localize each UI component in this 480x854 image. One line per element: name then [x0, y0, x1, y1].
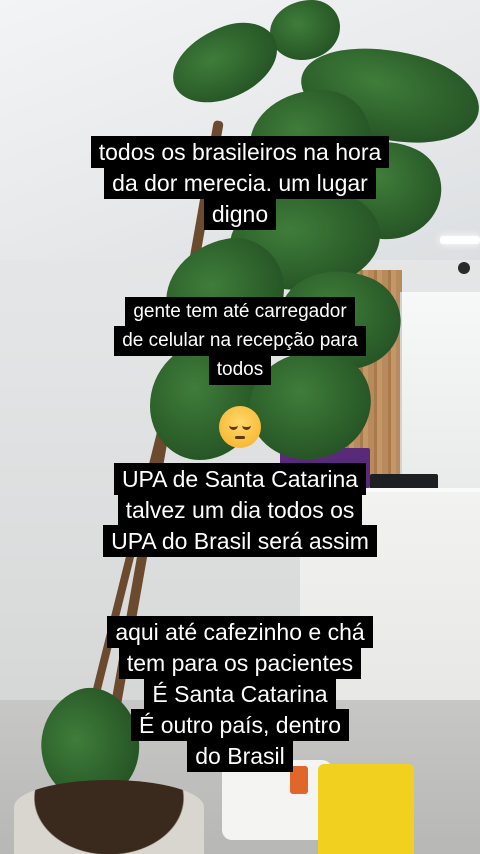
pensive-face-icon: [219, 406, 261, 448]
caption-line: da dor merecia. um lugar: [104, 167, 376, 199]
caption-line: digno: [203, 198, 277, 230]
yellow-bucket: [318, 764, 414, 854]
plant-pot: [14, 780, 204, 854]
towel: [222, 760, 332, 840]
caption-line: de celular na recepção para: [114, 326, 366, 356]
caption-line: gente tem até carregador: [125, 297, 355, 327]
caption-line: do Brasil: [187, 740, 293, 772]
caption-line: UPA de Santa Catarina: [113, 463, 367, 495]
caption-line: talvez um dia todos os: [117, 494, 363, 526]
ceiling-light: [440, 236, 480, 244]
caption-block-4: aqui até cafezinho e chá tem para os pac…: [0, 616, 480, 772]
caption-block-3: UPA de Santa Catarina talvez um dia todo…: [0, 463, 480, 557]
caption-block-2: gente tem até carregador de celular na r…: [0, 297, 480, 385]
caption-line: tem para os pacientes: [118, 647, 362, 679]
security-camera: [458, 262, 470, 274]
caption-line: todos os brasileiros na hora: [90, 136, 390, 168]
caption-line: É Santa Catarina: [144, 678, 336, 710]
caption-line: UPA do Brasil será assim: [103, 525, 377, 557]
caption-block-1: todos os brasileiros na hora da dor mere…: [0, 136, 480, 230]
caption-line: todos: [208, 355, 272, 385]
caption-line: aqui até cafezinho e chá: [107, 616, 373, 648]
caption-line: É outro país, dentro: [130, 709, 349, 741]
